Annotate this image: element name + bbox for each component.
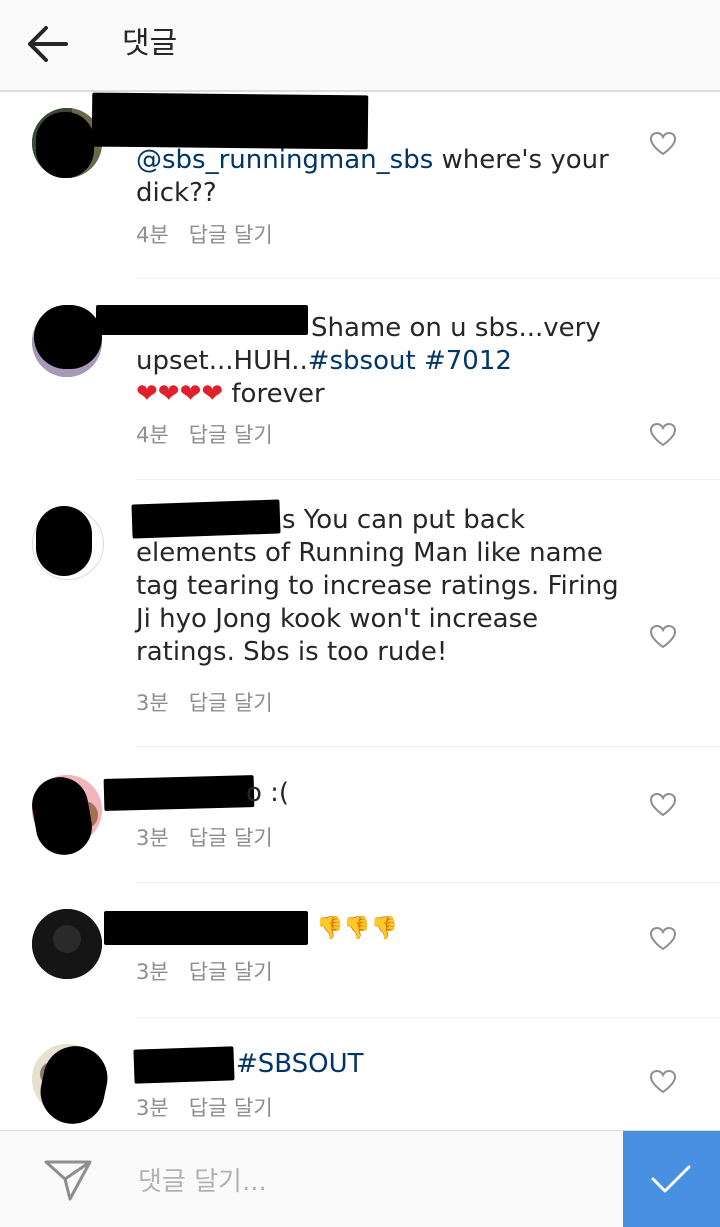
comment-item: o :( 3분 답글 달기 — [0, 747, 720, 883]
reply-button[interactable]: 답글 달기 — [189, 223, 273, 247]
user-mention[interactable]: @sbs_runningman_sbs — [136, 145, 433, 175]
redaction — [36, 112, 94, 178]
timestamp: 4분 — [136, 423, 169, 447]
redaction — [34, 305, 102, 369]
comment-item: 👎👎👎 3분 답글 달기 — [0, 883, 720, 1018]
comment-meta: 3분 답글 달기 — [136, 957, 273, 987]
comment-meta: 3분 답글 달기 — [136, 1093, 273, 1123]
comment-text: s You can put back elements of Running M… — [136, 505, 619, 667]
redaction — [36, 506, 92, 576]
reply-button[interactable]: 답글 달기 — [189, 826, 273, 850]
redaction — [91, 92, 369, 150]
hashtag[interactable]: #SBSOUT — [236, 1049, 364, 1079]
back-arrow-icon[interactable] — [26, 24, 70, 64]
comment-list[interactable]: @sbs_runningman_sbs where's your dick?? … — [0, 92, 720, 1130]
heart-emojis: ❤❤❤❤ — [136, 379, 224, 409]
comment-meta: 3분 답글 달기 — [136, 823, 273, 853]
thumbs-down-emojis: 👎👎👎 — [316, 916, 399, 941]
comment-text-cont: ❤❤❤❤ forever — [136, 379, 325, 409]
like-heart-icon[interactable] — [650, 625, 676, 649]
checkmark-icon — [651, 1165, 691, 1193]
visible-fragment: s — [282, 505, 296, 535]
comment-text: o :( — [246, 778, 290, 808]
comment-item: Shame on u sbs...very upset...HUH..#sbso… — [0, 279, 720, 480]
hashtag[interactable]: #sbsout #7012 — [308, 346, 512, 376]
paper-plane-icon[interactable] — [44, 1159, 92, 1201]
reply-button[interactable]: 답글 달기 — [189, 423, 273, 447]
comment-item: #SBSOUT 3분 답글 달기 — [0, 1018, 720, 1130]
like-heart-icon[interactable] — [650, 1070, 676, 1094]
timestamp: 3분 — [136, 826, 169, 850]
comment-item: @sbs_runningman_sbs where's your dick?? … — [0, 92, 720, 279]
avatar-image — [32, 909, 102, 979]
comment-text: 👎👎👎 — [136, 911, 626, 945]
comment-meta: 4분 답글 달기 — [136, 420, 273, 450]
top-bar: 댓글 — [0, 0, 720, 92]
page-title: 댓글 — [122, 26, 178, 61]
timestamp: 3분 — [136, 960, 169, 984]
comment-meta: 4분 답글 달기 — [136, 220, 273, 250]
comment-text: Shame on u sbs...very upset...HUH..#sbso… — [136, 313, 601, 376]
reply-button[interactable]: 답글 달기 — [189, 1096, 273, 1120]
reply-button[interactable]: 답글 달기 — [189, 960, 273, 984]
timestamp: 4분 — [136, 223, 169, 247]
comment-item: s You can put back elements of Running M… — [0, 480, 720, 747]
reply-button[interactable]: 답글 달기 — [189, 691, 273, 715]
comment-composer — [0, 1130, 720, 1227]
like-heart-icon[interactable] — [650, 793, 676, 817]
like-heart-icon[interactable] — [650, 132, 676, 156]
comment-text: #SBSOUT — [136, 1048, 626, 1081]
like-heart-icon[interactable] — [650, 423, 676, 447]
post-button[interactable] — [623, 1131, 720, 1227]
timestamp: 3분 — [136, 1096, 169, 1120]
avatar[interactable] — [32, 909, 102, 979]
comment-input[interactable] — [136, 1161, 610, 1203]
like-heart-icon[interactable] — [650, 927, 676, 951]
comment-text: @sbs_runningman_sbs where's your dick?? — [136, 145, 609, 208]
timestamp: 3분 — [136, 691, 169, 715]
comment-meta: 3분 답글 달기 — [136, 688, 273, 718]
